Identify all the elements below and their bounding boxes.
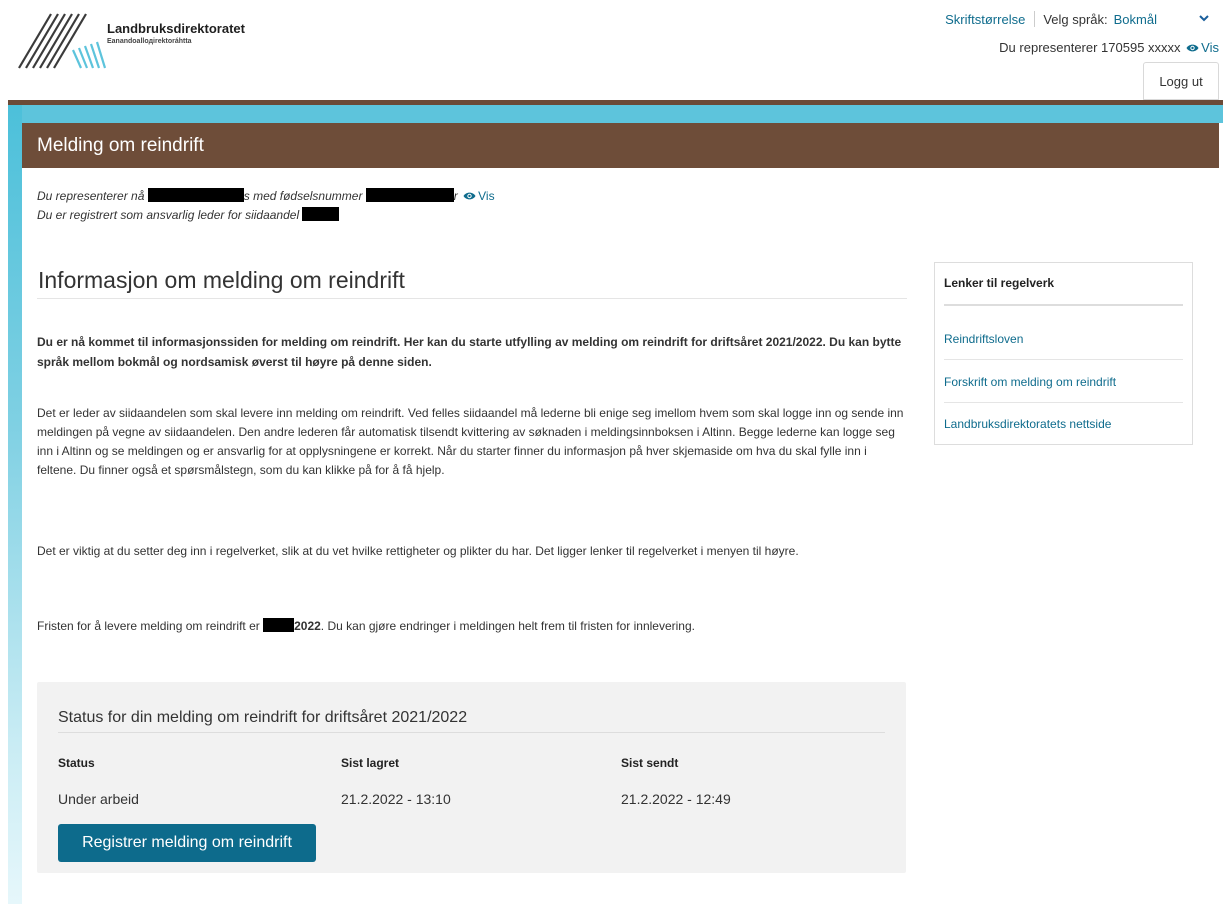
main-panel: Melding om reindrift Du representerer nå… — [22, 123, 1219, 904]
redacted-name — [147, 188, 244, 202]
status-header: Status — [58, 756, 95, 770]
register-report-button[interactable]: Registrer melding om reindrift — [58, 824, 316, 862]
language-select[interactable]: Bokmål — [1114, 12, 1209, 27]
redacted-siida-share — [302, 207, 340, 221]
panel-title: Melding om reindrift — [22, 123, 1219, 168]
show-ssn-link[interactable]: Vis — [461, 188, 495, 206]
redacted-date — [263, 618, 295, 632]
status-title: Status for din melding om reindrift for … — [58, 709, 468, 726]
logout-button[interactable]: Logg ut — [1143, 62, 1219, 100]
paragraph-deadline: Fristen for å levere melding om reindrif… — [37, 617, 907, 636]
eye-icon — [1186, 41, 1199, 56]
vis-label: Vis — [1201, 40, 1219, 55]
status-value: Under arbeid — [58, 791, 139, 807]
left-decorative-stripe — [8, 105, 22, 904]
regulation-links-box: Lenker til regelverk Reindriftsloven For… — [934, 262, 1193, 445]
paragraph-responsibility: Det er leder av siidaandelen som skal le… — [37, 406, 904, 477]
paragraph-regulations: Det er viktig at du setter deg inn i reg… — [37, 544, 799, 558]
deadline-suffix: . Du kan gjøre endringer i meldingen hel… — [320, 619, 695, 633]
last-sent-value: 21.2.2022 - 12:49 — [621, 791, 731, 807]
deadline-prefix: Fristen for å levere melding om reindrif… — [37, 619, 260, 633]
status-box: Status for din melding om reindrift for … — [37, 682, 906, 873]
link-forskrift[interactable]: Forskrift om melding om reindrift — [944, 361, 1183, 403]
brand-logo[interactable]: Landbruksdirektoratet Eanandoalloдirekto… — [17, 12, 277, 98]
deadline-year: 2022 — [294, 619, 321, 633]
vis-label: Vis — [478, 189, 495, 203]
sidebar-title: Lenker til regelverk — [944, 276, 1055, 290]
sidebar-divider — [944, 304, 1183, 306]
eye-icon — [463, 188, 476, 206]
registered-text: Du er registrert som ansvarlig leder for… — [37, 208, 300, 222]
link-ldir-website[interactable]: Landbruksdirektoratets nettside — [944, 403, 1183, 445]
rep-suffix: r — [453, 189, 458, 203]
representing-line: Du representerer nå s med fødselsnummer … — [37, 187, 495, 206]
last-saved-header: Sist lagret — [341, 756, 400, 770]
rep-mid: s med fødselsnummer — [243, 189, 363, 203]
redacted-ssn — [365, 188, 454, 202]
show-identity-link[interactable]: Vis — [1184, 40, 1219, 55]
chevron-down-icon — [1199, 13, 1209, 25]
top-utility-bar: Skriftstørrelse Velg språk: Bokmål — [945, 11, 1209, 27]
registered-line: Du er registrert som ansvarlig leder for… — [37, 206, 495, 224]
heading-divider — [37, 298, 907, 299]
brand-subname: Eanandoalloдirektoráhtta — [107, 38, 192, 45]
rep-prefix: Du representerer nå — [37, 189, 145, 203]
representation-text: Du representerer 170595 xxxxx — [999, 40, 1181, 55]
language-label: Velg språk: — [1043, 11, 1108, 27]
status-divider — [58, 732, 885, 733]
header-cyan-band — [8, 105, 1223, 123]
lead-paragraph: Du er nå kommet til informasjonssiden fo… — [37, 335, 902, 369]
last-saved-value: 21.2.2022 - 13:10 — [341, 791, 451, 807]
language-selected-value: Bokmål — [1113, 11, 1157, 27]
divider — [1034, 11, 1036, 27]
logo-mark-icon — [18, 13, 107, 69]
representation-info: Du representerer 170595 xxxxx Vis — [999, 40, 1219, 56]
link-reindriftsloven[interactable]: Reindriftsloven — [944, 318, 1183, 360]
brand-name: Landbruksdirektoratet — [107, 21, 245, 36]
user-info: Du representerer nå s med fødselsnummer … — [37, 187, 495, 224]
last-sent-header: Sist sendt — [621, 756, 679, 770]
font-size-link[interactable]: Skriftstørrelse — [945, 12, 1025, 27]
page-heading: Informasjon om melding om reindrift — [38, 267, 405, 293]
